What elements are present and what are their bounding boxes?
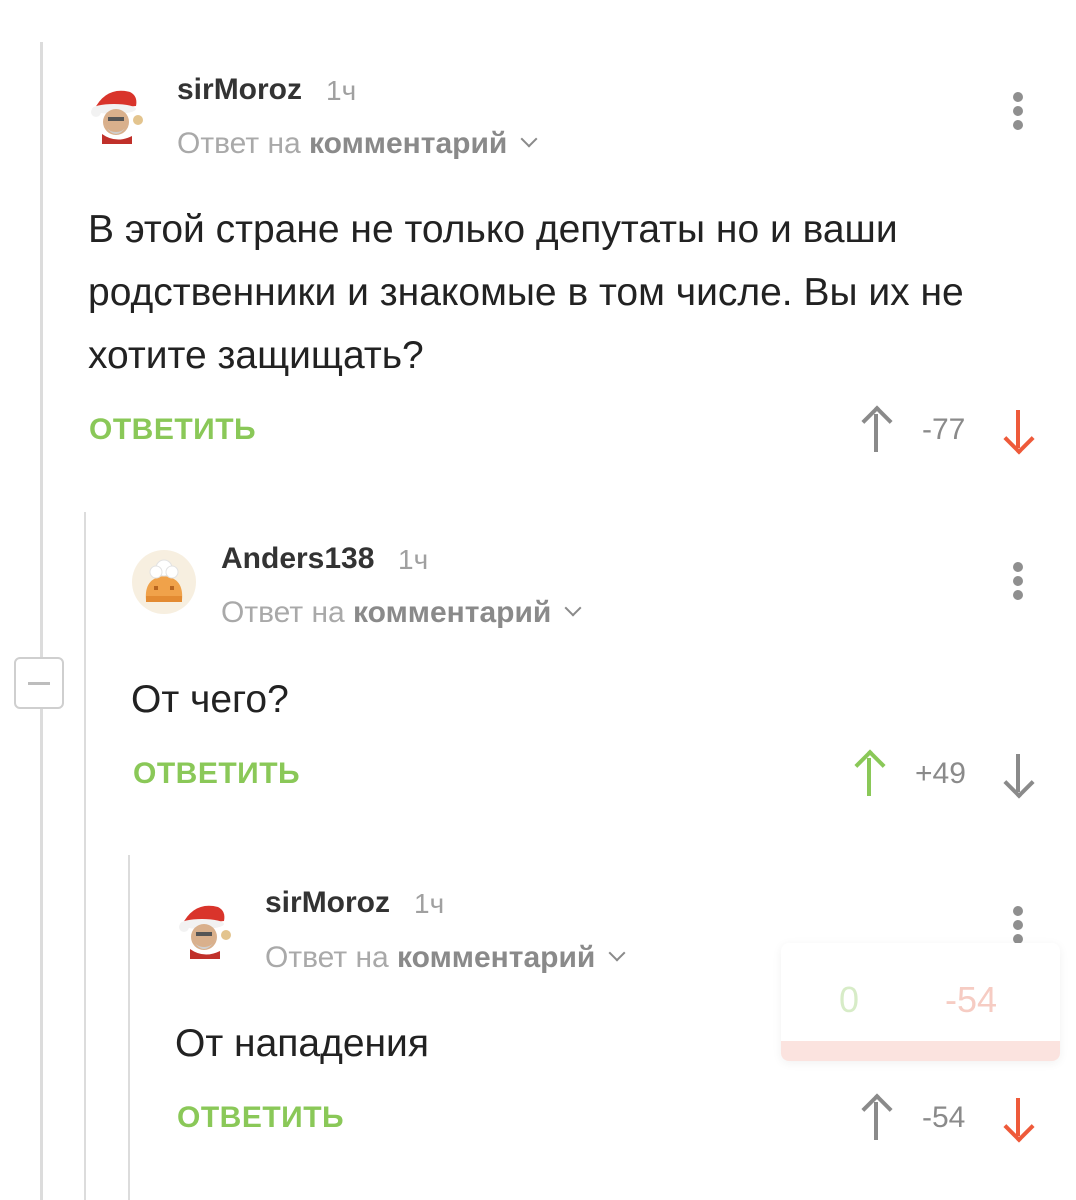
reply-prefix: Ответ на bbox=[265, 941, 389, 974]
reply-to-link[interactable]: Ответ на комментарий bbox=[265, 941, 626, 975]
comment-body: От нападения bbox=[175, 1022, 429, 1065]
chevron-down-icon bbox=[608, 944, 626, 962]
santa-avatar-icon[interactable] bbox=[174, 895, 238, 959]
minus-votes: -54 bbox=[945, 979, 998, 1020]
timestamp: 1ч bbox=[414, 888, 445, 919]
plus-votes: 0 bbox=[839, 979, 860, 1020]
downvote-arrow-icon[interactable] bbox=[1003, 1096, 1035, 1143]
reply-button[interactable]: ОТВЕТИТЬ bbox=[177, 1101, 344, 1135]
upvote-arrow-icon[interactable] bbox=[861, 1093, 893, 1142]
username[interactable]: sirMoroz bbox=[265, 886, 390, 920]
more-menu-icon[interactable] bbox=[1008, 904, 1028, 948]
vote-breakdown-popup: 0 -54 bbox=[781, 943, 1060, 1061]
vote-ratio-bar bbox=[781, 1041, 1060, 1061]
vote-score: -54 bbox=[922, 1101, 966, 1134]
reply-target: комментарий bbox=[397, 941, 596, 974]
